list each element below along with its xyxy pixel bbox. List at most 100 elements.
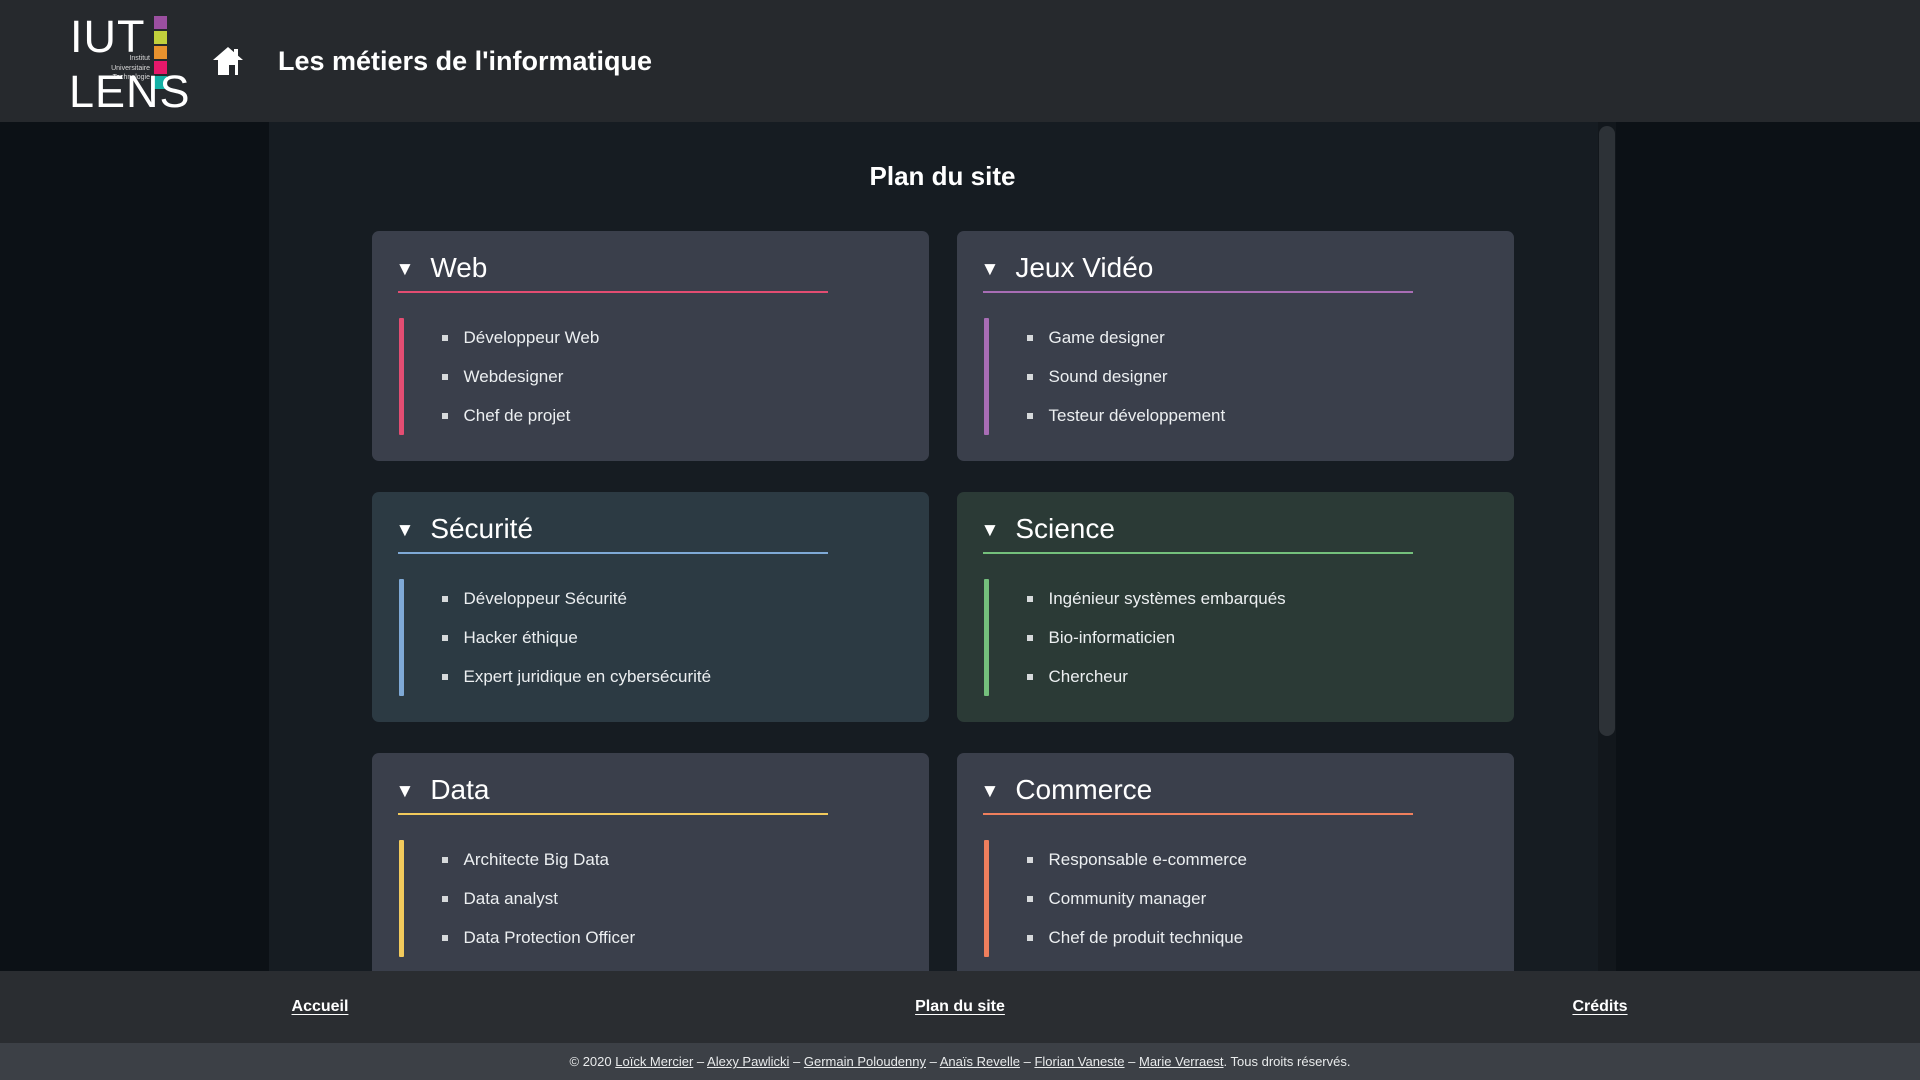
author-link[interactable]: Marie Verraest: [1139, 1054, 1224, 1069]
list-item[interactable]: Expert juridique en cybersécurité: [441, 657, 712, 696]
author-separator: –: [1019, 1054, 1035, 1069]
home-icon: [212, 46, 244, 76]
list-item[interactable]: Chef de produit technique: [1026, 918, 1247, 957]
bullet-icon: [441, 895, 448, 902]
category-card-jeux-vid-o: ▼ Jeux Vidéo Game designer Sound designer Te…: [956, 231, 1514, 461]
list-item[interactable]: Testeur développement: [1026, 396, 1226, 435]
chevron-down-icon[interactable]: ▼: [396, 782, 415, 801]
bullet-icon: [441, 412, 448, 419]
category-header[interactable]: ▼ Sécurité: [396, 513, 907, 552]
header-home-link[interactable]: Les métiers de l'informatique: [212, 46, 652, 77]
chevron-down-icon[interactable]: ▼: [396, 260, 415, 279]
author-link[interactable]: Loïck Mercier: [615, 1054, 693, 1069]
category-underline: [397, 813, 828, 815]
rights-reserved-text: . Tous droits réservés.: [1223, 1054, 1351, 1069]
logo-subtitle-line1: Institut: [129, 55, 150, 62]
category-card-commerce: ▼ Commerce Responsable e-commerce Community…: [956, 753, 1514, 971]
list-item[interactable]: Développeur Web: [441, 318, 600, 357]
list-item[interactable]: Bio-informaticien: [1026, 618, 1286, 657]
category-card-science: ▼ Science Ingénieur systèmes embarqués Bio-…: [956, 492, 1514, 722]
list-item[interactable]: Hacker éthique: [441, 618, 712, 657]
footer-link-cr-dits[interactable]: Crédits: [1572, 998, 1627, 1015]
bullet-icon: [441, 595, 448, 602]
list-item[interactable]: Chercheur: [1026, 657, 1286, 696]
category-header[interactable]: ▼ Jeux Vidéo: [981, 252, 1492, 291]
list-item[interactable]: Community manager: [1026, 879, 1247, 918]
category-accent-bar: [398, 840, 404, 957]
job-label: Ingénieur systèmes embarqués: [1048, 588, 1286, 608]
category-title: Data: [430, 774, 490, 805]
job-label: Testeur développement: [1048, 405, 1226, 425]
bullet-icon: [1026, 334, 1033, 341]
list-item[interactable]: Développeur Sécurité: [441, 579, 712, 618]
job-label: Expert juridique en cybersécurité: [463, 666, 712, 686]
job-label: Responsable e-commerce: [1048, 849, 1247, 869]
footer-nav-cell: Accueil: [0, 998, 640, 1016]
list-item[interactable]: Architecte Big Data: [441, 840, 636, 879]
category-header[interactable]: ▼ Web: [396, 252, 907, 291]
bullet-icon: [1026, 856, 1033, 863]
chevron-down-icon[interactable]: ▼: [981, 260, 1000, 279]
list-item[interactable]: Data Protection Officer: [441, 918, 636, 957]
author-link[interactable]: Anaïs Revelle: [940, 1054, 1020, 1069]
footer-link-accueil[interactable]: Accueil: [292, 998, 349, 1015]
logo-lens-text: LENS: [69, 66, 191, 117]
job-label: Game designer: [1048, 327, 1165, 347]
footer-link-plan-du-site[interactable]: Plan du site: [915, 998, 1005, 1015]
author-link[interactable]: Germain Poloudenny: [804, 1054, 926, 1069]
category-accent-bar: [983, 318, 989, 435]
category-body: Développeur Sécurité Hacker éthique Expert…: [396, 579, 907, 696]
bullet-icon: [441, 634, 448, 641]
logo-swatch-2: [154, 31, 167, 44]
category-header[interactable]: ▼ Commerce: [981, 774, 1492, 813]
category-underline: [982, 552, 1413, 554]
logo-swatch-1: [154, 16, 167, 29]
job-label: Community manager: [1048, 888, 1207, 908]
job-list: Développeur Sécurité Hacker éthique Expert…: [441, 579, 712, 696]
list-item[interactable]: Responsable e-commerce: [1026, 840, 1247, 879]
list-item[interactable]: Webdesigner: [441, 357, 600, 396]
list-item[interactable]: Data analyst: [441, 879, 636, 918]
author-link[interactable]: Alexy Pawlicki: [707, 1054, 789, 1069]
job-label: Data Protection Officer: [463, 927, 636, 947]
category-body: Ingénieur systèmes embarqués Bio-informat…: [981, 579, 1492, 696]
category-accent-bar: [983, 579, 989, 696]
category-card-s-curit-: ▼ Sécurité Développeur Sécurité Hacker éthi…: [371, 492, 929, 722]
author-separator: –: [789, 1054, 804, 1069]
job-label: Chercheur: [1048, 666, 1128, 686]
list-item[interactable]: Game designer: [1026, 318, 1226, 357]
category-header[interactable]: ▼ Science: [981, 513, 1492, 552]
category-title: Web: [430, 252, 488, 283]
chevron-down-icon[interactable]: ▼: [981, 521, 1000, 540]
chevron-down-icon[interactable]: ▼: [981, 782, 1000, 801]
list-item[interactable]: Sound designer: [1026, 357, 1226, 396]
content-scrollbar[interactable]: [1598, 122, 1616, 971]
site-header: IUT Institut Universitaire Technologie L…: [0, 0, 1920, 122]
category-body: Responsable e-commerce Community manager C…: [981, 840, 1492, 957]
job-label: Développeur Web: [463, 327, 600, 347]
category-card-web: ▼ Web Développeur Web Webdesigner Chef de pr…: [371, 231, 929, 461]
list-item[interactable]: Chef de projet: [441, 396, 600, 435]
content-scrollbar-thumb[interactable]: [1599, 126, 1615, 736]
author-separator: –: [926, 1054, 940, 1069]
category-body: Développeur Web Webdesigner Chef de projet: [396, 318, 907, 435]
job-list: Responsable e-commerce Community manager C…: [1026, 840, 1247, 957]
job-label: Webdesigner: [463, 366, 564, 386]
category-header[interactable]: ▼ Data: [396, 774, 907, 813]
job-list: Architecte Big Data Data analyst Data Prot…: [441, 840, 636, 957]
chevron-down-icon[interactable]: ▼: [396, 521, 415, 540]
job-label: Architecte Big Data: [463, 849, 610, 869]
footer-nav-cell: Plan du site: [640, 998, 1280, 1016]
category-underline: [982, 291, 1413, 293]
content-panel: Plan du site ▼ Web Développeur Web Webdesig…: [269, 122, 1616, 971]
job-label: Chef de produit technique: [1048, 927, 1244, 947]
job-label: Chef de projet: [463, 405, 571, 425]
job-label: Hacker éthique: [463, 627, 578, 647]
job-label: Sound designer: [1048, 366, 1168, 386]
footer-navigation: Accueil Plan du site Crédits: [0, 971, 1920, 1043]
author-link[interactable]: Florian Vaneste: [1034, 1054, 1124, 1069]
list-item[interactable]: Ingénieur systèmes embarqués: [1026, 579, 1286, 618]
bullet-icon: [1026, 673, 1033, 680]
author-separator: –: [693, 1054, 708, 1069]
bullet-icon: [1026, 634, 1033, 641]
